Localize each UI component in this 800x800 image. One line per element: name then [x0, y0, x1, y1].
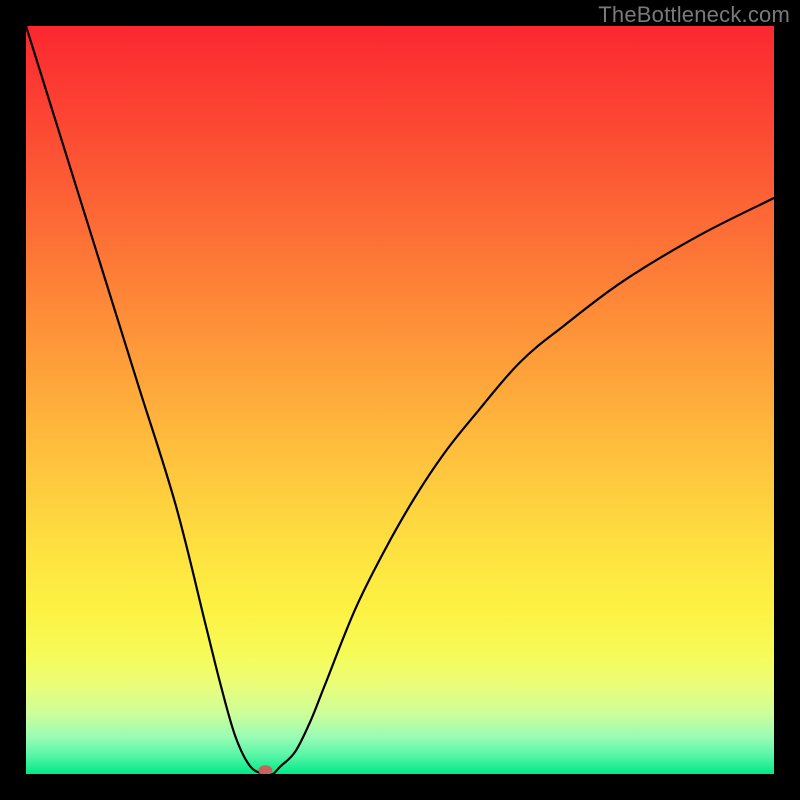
chart-border: [0, 0, 800, 800]
watermark-text: TheBottleneck.com: [598, 2, 790, 28]
